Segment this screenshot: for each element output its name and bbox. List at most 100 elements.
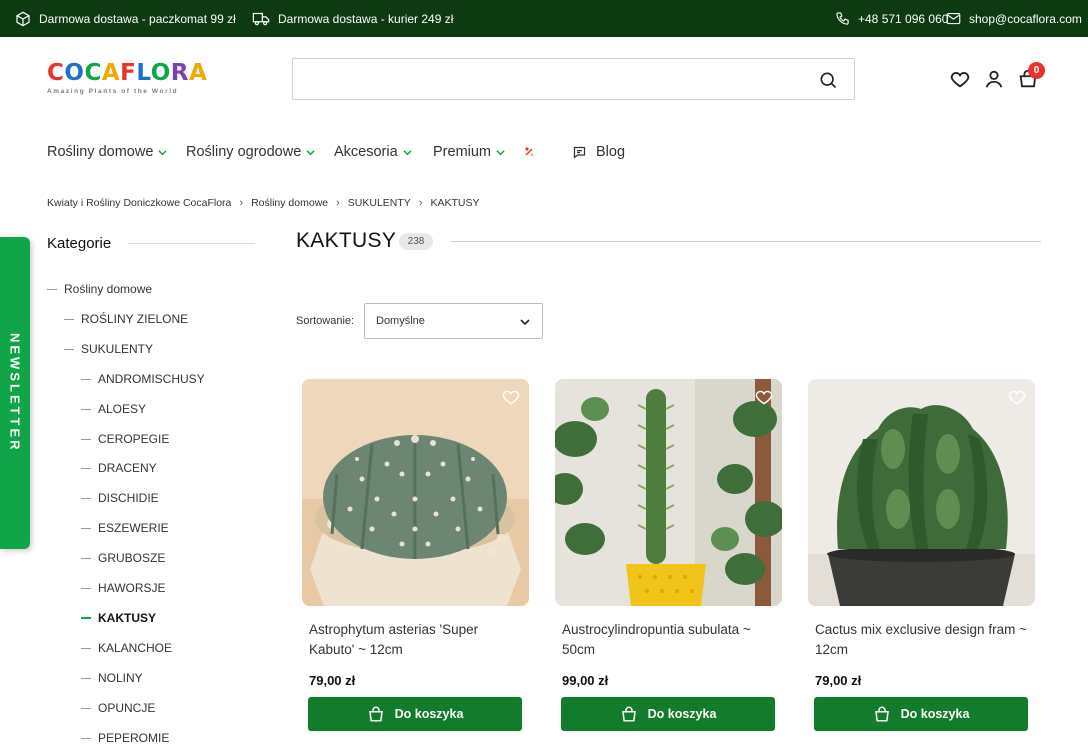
dash-icon [81,438,91,440]
breadcrumb-item[interactable]: SUKULENTY [348,197,411,209]
product-card[interactable]: Austrocylindropuntia subulata ~ 50cm 99,… [555,379,782,749]
newsletter-label: NEWSLETTER [7,333,23,453]
nav-item-rosliny-domowe[interactable]: Rośliny domowe [47,140,167,164]
category-item[interactable]: KAKTUSY [81,610,156,626]
category-item[interactable]: CEROPEGIE [81,431,169,447]
category-item[interactable]: ALOESY [81,401,146,417]
dash-icon [81,677,91,679]
sale-tag-icon [525,147,534,157]
category-item[interactable]: DRACENY [81,460,157,476]
add-to-cart-label: Do koszyka [394,707,464,721]
product-image[interactable] [808,379,1035,606]
dash-icon [81,707,91,709]
dash-icon [81,617,91,619]
add-to-cart-button[interactable]: Do koszyka [308,697,522,731]
logo-letter: C [84,60,102,86]
heart-icon[interactable] [501,387,521,407]
nav-item-akcesoria[interactable]: Akcesoria [334,140,412,164]
phone-icon [836,12,849,25]
nav-item-blog[interactable]: Blog [572,140,625,164]
category-item[interactable]: ESZEWERIE [81,520,169,536]
chevron-down-icon [403,149,412,155]
dash-icon [81,527,91,529]
sort-select[interactable]: Domyślne [364,303,543,339]
category-item[interactable]: OPUNCJE [81,700,155,716]
product-card[interactable]: Cactus mix exclusive design fram ~ 12cm … [808,379,1035,749]
sort-selected-value: Domyślne [376,315,425,327]
cart-count-badge: 0 [1028,62,1045,79]
categories-title: Kategorie [47,235,112,252]
nav-item-premium[interactable]: Premium [433,140,505,164]
category-item[interactable]: Rośliny domowe [47,281,152,297]
category-item[interactable]: DISCHIDIE [81,490,159,506]
chevron-down-icon [306,149,315,155]
product-card[interactable]: Astrophytum asterias 'Super Kabuto' ~ 12… [302,379,529,749]
category-label: OPUNCJE [98,701,156,715]
site-logo[interactable]: COCAFLORA Amazing Plants of the World [47,60,207,98]
email-link[interactable]: shop@cocaflora.com [946,0,1082,37]
dash-icon [81,737,91,739]
shipping-courier-info: Darmowa dostawa - kurier 249 zł [252,0,453,37]
email-text: shop@cocaflora.com [969,11,1082,26]
chevron-down-icon [496,149,505,155]
dash-icon [64,318,74,320]
category-label: CEROPEGIE [98,432,170,446]
search-icon[interactable] [818,70,838,90]
shopping-bag-icon [874,706,889,722]
breadcrumb-item[interactable]: Kwiaty i Rośliny Doniczkowe CocaFlora [47,197,231,209]
shipping-parcel-info: Darmowa dostawa - paczkomat 99 zł [15,0,236,37]
product-image[interactable] [555,379,782,606]
chevron-right-icon: › [336,197,340,209]
sort-label: Sortowanie: [296,315,355,327]
logo-letter: O [64,60,85,86]
category-item[interactable]: ANDROMISCHUSY [81,371,205,387]
chevron-right-icon: › [418,197,423,209]
category-item[interactable]: GRUBOSZE [81,550,165,566]
category-item[interactable]: PEPEROMIE [81,730,169,746]
dash-icon [81,647,91,649]
product-name[interactable]: Cactus mix exclusive design fram ~ 12cm [815,620,1030,660]
breadcrumb-item[interactable]: Rośliny domowe [251,197,328,209]
add-to-cart-button[interactable]: Do koszyka [814,697,1028,731]
dash-icon [81,557,91,559]
category-item[interactable]: KALANCHOE [81,640,172,656]
chevron-down-icon [158,149,167,155]
nav-item-rosliny-ogrodowe[interactable]: Rośliny ogrodowe [186,140,315,164]
category-label: PEPEROMIE [98,731,170,745]
chevron-down-icon [520,319,530,326]
category-label: SUKULENTY [81,342,154,356]
user-icon[interactable] [983,68,1005,90]
category-label: ANDROMISCHUSY [98,372,205,386]
product-image[interactable] [302,379,529,606]
product-price: 79,00 zł [309,673,356,688]
search-input[interactable] [293,59,793,99]
logo-letter: A [189,60,208,86]
add-to-cart-button[interactable]: Do koszyka [561,697,775,731]
category-item[interactable]: HAWORSJE [81,580,166,596]
category-item[interactable]: ROŚLINY ZIELONE [64,311,188,327]
nav-item-promo[interactable] [523,140,535,164]
shipping-courier-text: Darmowa dostawa - kurier 249 zł [278,11,454,26]
newsletter-tab[interactable]: NEWSLETTER [0,237,30,549]
heart-icon[interactable] [754,387,774,407]
dash-icon [47,288,57,290]
category-label: DISCHIDIE [98,491,159,505]
logo-letter: C [47,60,65,86]
category-label: HAWORSJE [98,581,166,595]
truck-icon [252,12,270,25]
product-name[interactable]: Austrocylindropuntia subulata ~ 50cm [562,620,777,660]
phone-link[interactable]: +48 571 096 060 [835,0,948,37]
category-label: DRACENY [98,461,157,475]
nav-blog-label: Blog [596,144,626,160]
category-item[interactable]: NOLINY [81,670,143,686]
heart-icon[interactable] [1007,387,1027,407]
dash-icon [81,378,91,380]
heart-icon[interactable] [949,68,971,90]
logo-letter: F [120,60,137,86]
category-item[interactable]: SUKULENTY [64,341,153,357]
mail-icon [946,12,961,25]
shopping-bag-icon [621,706,636,722]
dash-icon [64,348,74,350]
chat-bubble-icon [573,146,586,159]
product-name[interactable]: Astrophytum asterias 'Super Kabuto' ~ 12… [309,620,524,660]
